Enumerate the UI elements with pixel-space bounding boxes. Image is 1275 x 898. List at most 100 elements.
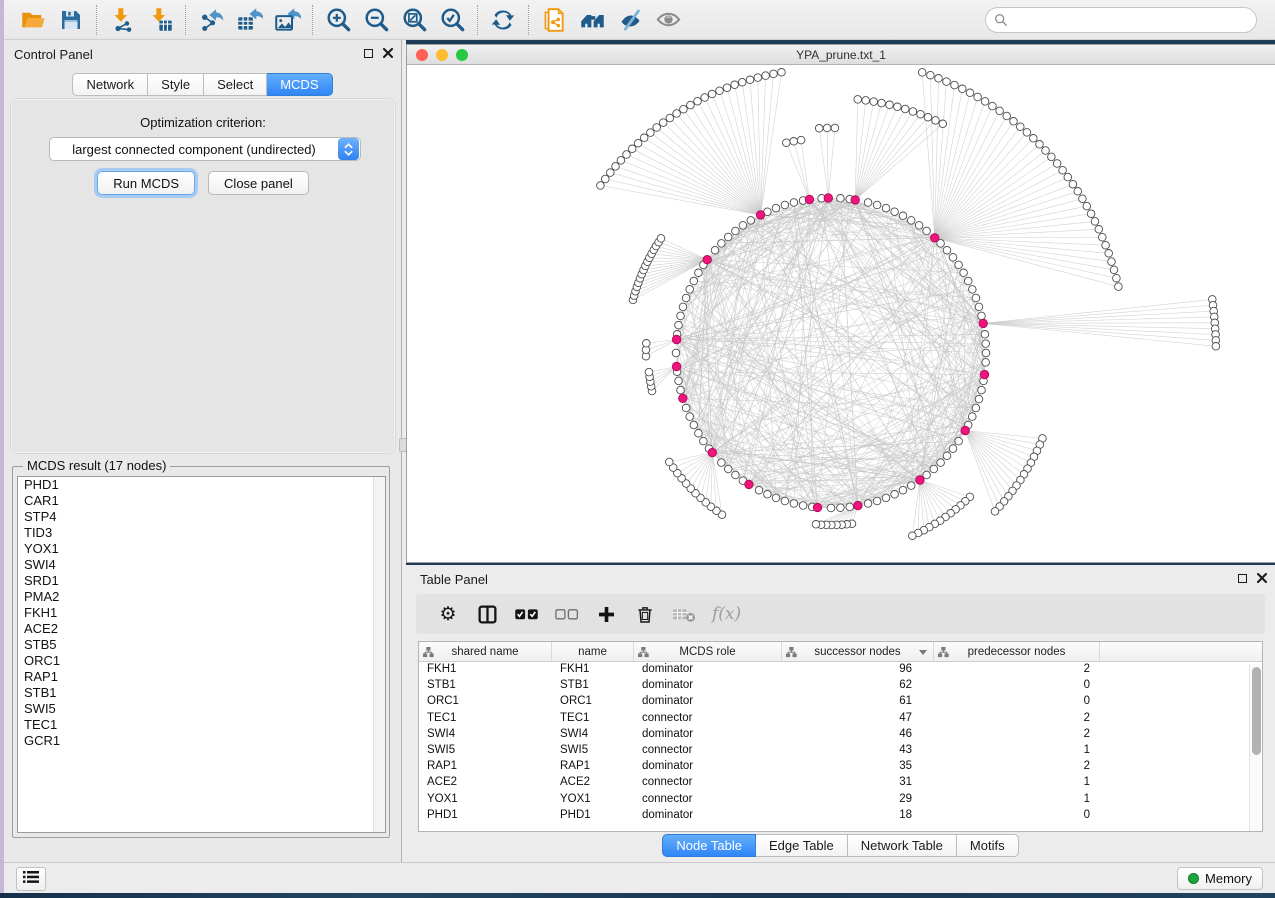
close-panel-button[interactable]: Close panel (208, 171, 309, 195)
network-node[interactable] (894, 103, 902, 111)
table-cell[interactable]: 62 (782, 678, 934, 694)
network-node[interactable] (754, 74, 762, 82)
table-cell[interactable]: 1 (934, 743, 1100, 759)
network-hub-node[interactable] (672, 362, 680, 370)
network-node[interactable] (799, 502, 807, 510)
network-node[interactable] (739, 222, 747, 230)
table-cell[interactable]: FKH1 (419, 662, 552, 678)
network-node[interactable] (864, 500, 872, 508)
network-node[interactable] (960, 269, 968, 277)
network-node[interactable] (815, 125, 823, 133)
add-column-icon[interactable] (594, 600, 618, 628)
network-node[interactable] (981, 98, 989, 106)
network-node[interactable] (1036, 141, 1044, 149)
column-header-successor-nodes[interactable]: successor nodes (782, 642, 934, 661)
network-node[interactable] (746, 76, 754, 84)
table-cell[interactable]: 2 (934, 662, 1100, 678)
zoom-selected-icon[interactable] (433, 3, 471, 37)
network-node[interactable] (951, 81, 959, 89)
table-cell[interactable]: ORC1 (552, 694, 634, 710)
network-node[interactable] (837, 504, 845, 512)
table-cell[interactable]: RAP1 (552, 759, 634, 775)
network-node[interactable] (783, 139, 791, 147)
result-item[interactable]: SRD1 (18, 573, 385, 589)
network-node[interactable] (701, 94, 709, 102)
network-node[interactable] (1010, 118, 1018, 126)
table-cell[interactable]: dominator (634, 759, 782, 775)
network-node[interactable] (1110, 266, 1118, 274)
column-header-MCDS-role[interactable]: MCDS role (634, 642, 782, 661)
network-node[interactable] (907, 217, 915, 225)
network-node[interactable] (645, 368, 653, 376)
network-node[interactable] (949, 254, 957, 262)
result-item[interactable]: STP4 (18, 509, 385, 525)
network-node[interactable] (862, 97, 870, 105)
search-objects-icon[interactable] (573, 3, 611, 37)
result-item[interactable]: STB1 (18, 685, 385, 701)
network-node[interactable] (640, 134, 648, 142)
result-item[interactable]: ORC1 (18, 653, 385, 669)
network-node[interactable] (695, 269, 703, 277)
table-cell[interactable]: RAP1 (419, 759, 552, 775)
table-cell[interactable]: 47 (782, 711, 934, 727)
network-node[interactable] (996, 107, 1004, 115)
network-node[interactable] (790, 500, 798, 508)
network-node[interactable] (682, 404, 690, 412)
network-node[interactable] (732, 471, 740, 479)
network-node[interactable] (690, 421, 698, 429)
result-item[interactable]: GCR1 (18, 733, 385, 749)
network-node[interactable] (718, 240, 726, 248)
table-row[interactable]: PHD1PHD1dominator180 (419, 808, 1262, 824)
network-node[interactable] (1023, 129, 1031, 137)
network-node[interactable] (878, 99, 886, 107)
tab-mcds[interactable]: MCDS (267, 73, 332, 96)
table-cell[interactable]: connector (634, 711, 782, 727)
network-node[interactable] (899, 212, 907, 220)
network-node[interactable] (1064, 173, 1072, 181)
table-cell[interactable]: 46 (782, 727, 934, 743)
network-node[interactable] (731, 81, 739, 89)
table-cell[interactable]: dominator (634, 678, 782, 694)
minimize-window-icon[interactable] (436, 49, 448, 61)
network-hub-node[interactable] (813, 503, 821, 511)
zoom-fit-icon[interactable] (395, 3, 433, 37)
table-cell[interactable]: 2 (934, 711, 1100, 727)
table-cell[interactable]: YOX1 (552, 792, 634, 808)
network-node[interactable] (677, 386, 685, 394)
network-node[interactable] (1017, 123, 1025, 131)
table-cell[interactable]: dominator (634, 727, 782, 743)
search-input[interactable] (985, 7, 1257, 33)
network-hub-node[interactable] (931, 234, 939, 242)
network-node[interactable] (909, 532, 917, 540)
table-cell[interactable]: connector (634, 775, 782, 791)
float-panel-icon[interactable] (364, 49, 373, 58)
table-cell[interactable]: 0 (934, 694, 1100, 710)
network-node[interactable] (762, 72, 770, 80)
column-header-shared-name[interactable]: shared name (419, 642, 552, 661)
network-node[interactable] (955, 261, 963, 269)
network-node[interactable] (700, 437, 708, 445)
table-row[interactable]: RAP1RAP1dominator352 (419, 759, 1262, 775)
network-node[interactable] (846, 503, 854, 511)
network-node[interactable] (1003, 112, 1011, 120)
network-node[interactable] (918, 69, 926, 77)
network-node[interactable] (675, 321, 683, 329)
network-hub-node[interactable] (745, 480, 753, 488)
column-header-predecessor-nodes[interactable]: predecessor nodes (934, 642, 1100, 661)
table-cell[interactable]: dominator (634, 808, 782, 824)
network-hub-node[interactable] (916, 476, 924, 484)
network-node[interactable] (690, 277, 698, 285)
network-node[interactable] (927, 71, 935, 79)
zoom-out-icon[interactable] (357, 3, 395, 37)
network-node[interactable] (1069, 180, 1077, 188)
network-node[interactable] (711, 246, 719, 254)
network-hub-node[interactable] (703, 256, 711, 264)
network-node[interactable] (1074, 188, 1082, 196)
network-hub-node[interactable] (824, 194, 832, 202)
network-node[interactable] (964, 277, 972, 285)
network-node[interactable] (831, 124, 839, 132)
optimization-select[interactable]: largest connected component (undirected) (49, 137, 361, 161)
table-scrollbar[interactable] (1249, 664, 1261, 831)
table-cell[interactable]: STB1 (552, 678, 634, 694)
network-node[interactable] (1053, 160, 1061, 168)
